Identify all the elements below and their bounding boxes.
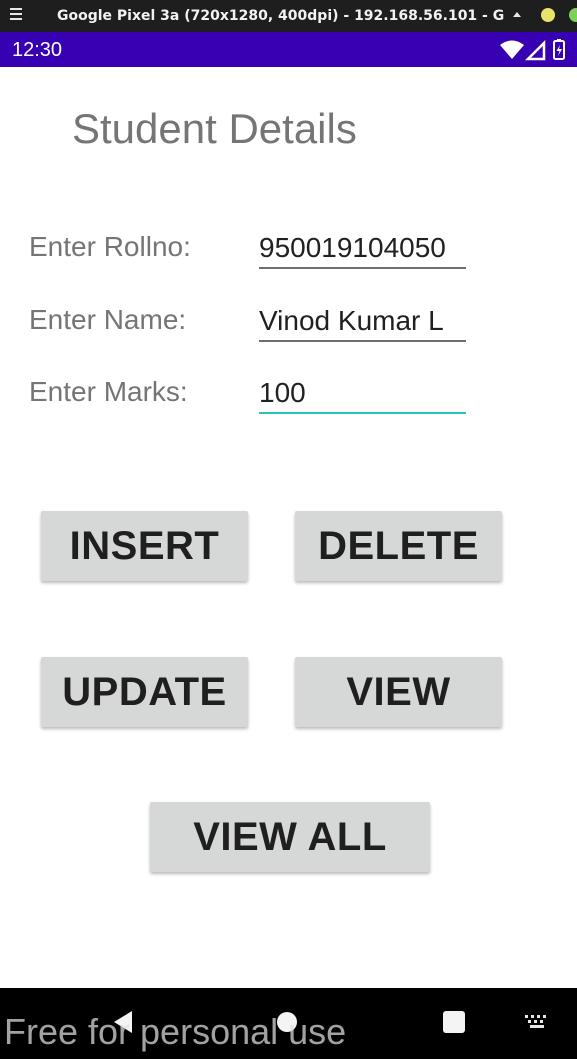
rollno-field[interactable] xyxy=(259,229,466,269)
update-button[interactable]: UPDATE xyxy=(41,657,248,727)
status-bar: 12:30 xyxy=(0,32,577,67)
wifi-icon xyxy=(500,40,524,59)
delete-button[interactable]: DELETE xyxy=(295,511,502,581)
keyboard-icon[interactable] xyxy=(524,1014,550,1030)
watermark-text: Free for personal use xyxy=(4,1011,347,1052)
emulator-window-title: Google Pixel 3a (720x1280, 400dpi) - 192… xyxy=(57,8,505,24)
battery-icon xyxy=(553,39,565,60)
rollno-label: Enter Rollno: xyxy=(29,231,191,262)
marks-field[interactable] xyxy=(259,374,466,414)
page-title: Student Details xyxy=(72,105,357,152)
signal-icon xyxy=(524,39,546,61)
emulator-title-bar: Google Pixel 3a (720x1280, 400dpi) - 192… xyxy=(0,0,577,32)
status-icons xyxy=(500,39,565,61)
view-button[interactable]: VIEW xyxy=(295,657,502,727)
status-time: 12:30 xyxy=(12,39,63,61)
recent-apps-icon[interactable] xyxy=(443,1011,465,1033)
name-label: Enter Name: xyxy=(29,304,187,335)
marks-label: Enter Marks: xyxy=(29,376,188,407)
maximize-button[interactable] xyxy=(569,8,577,22)
view-all-button[interactable]: VIEW ALL xyxy=(150,802,430,872)
menu-icon[interactable] xyxy=(10,8,22,21)
insert-button[interactable]: INSERT xyxy=(41,511,248,581)
chevron-up-icon[interactable] xyxy=(513,12,521,17)
minimize-button[interactable] xyxy=(541,8,555,22)
name-field[interactable] xyxy=(259,302,466,342)
